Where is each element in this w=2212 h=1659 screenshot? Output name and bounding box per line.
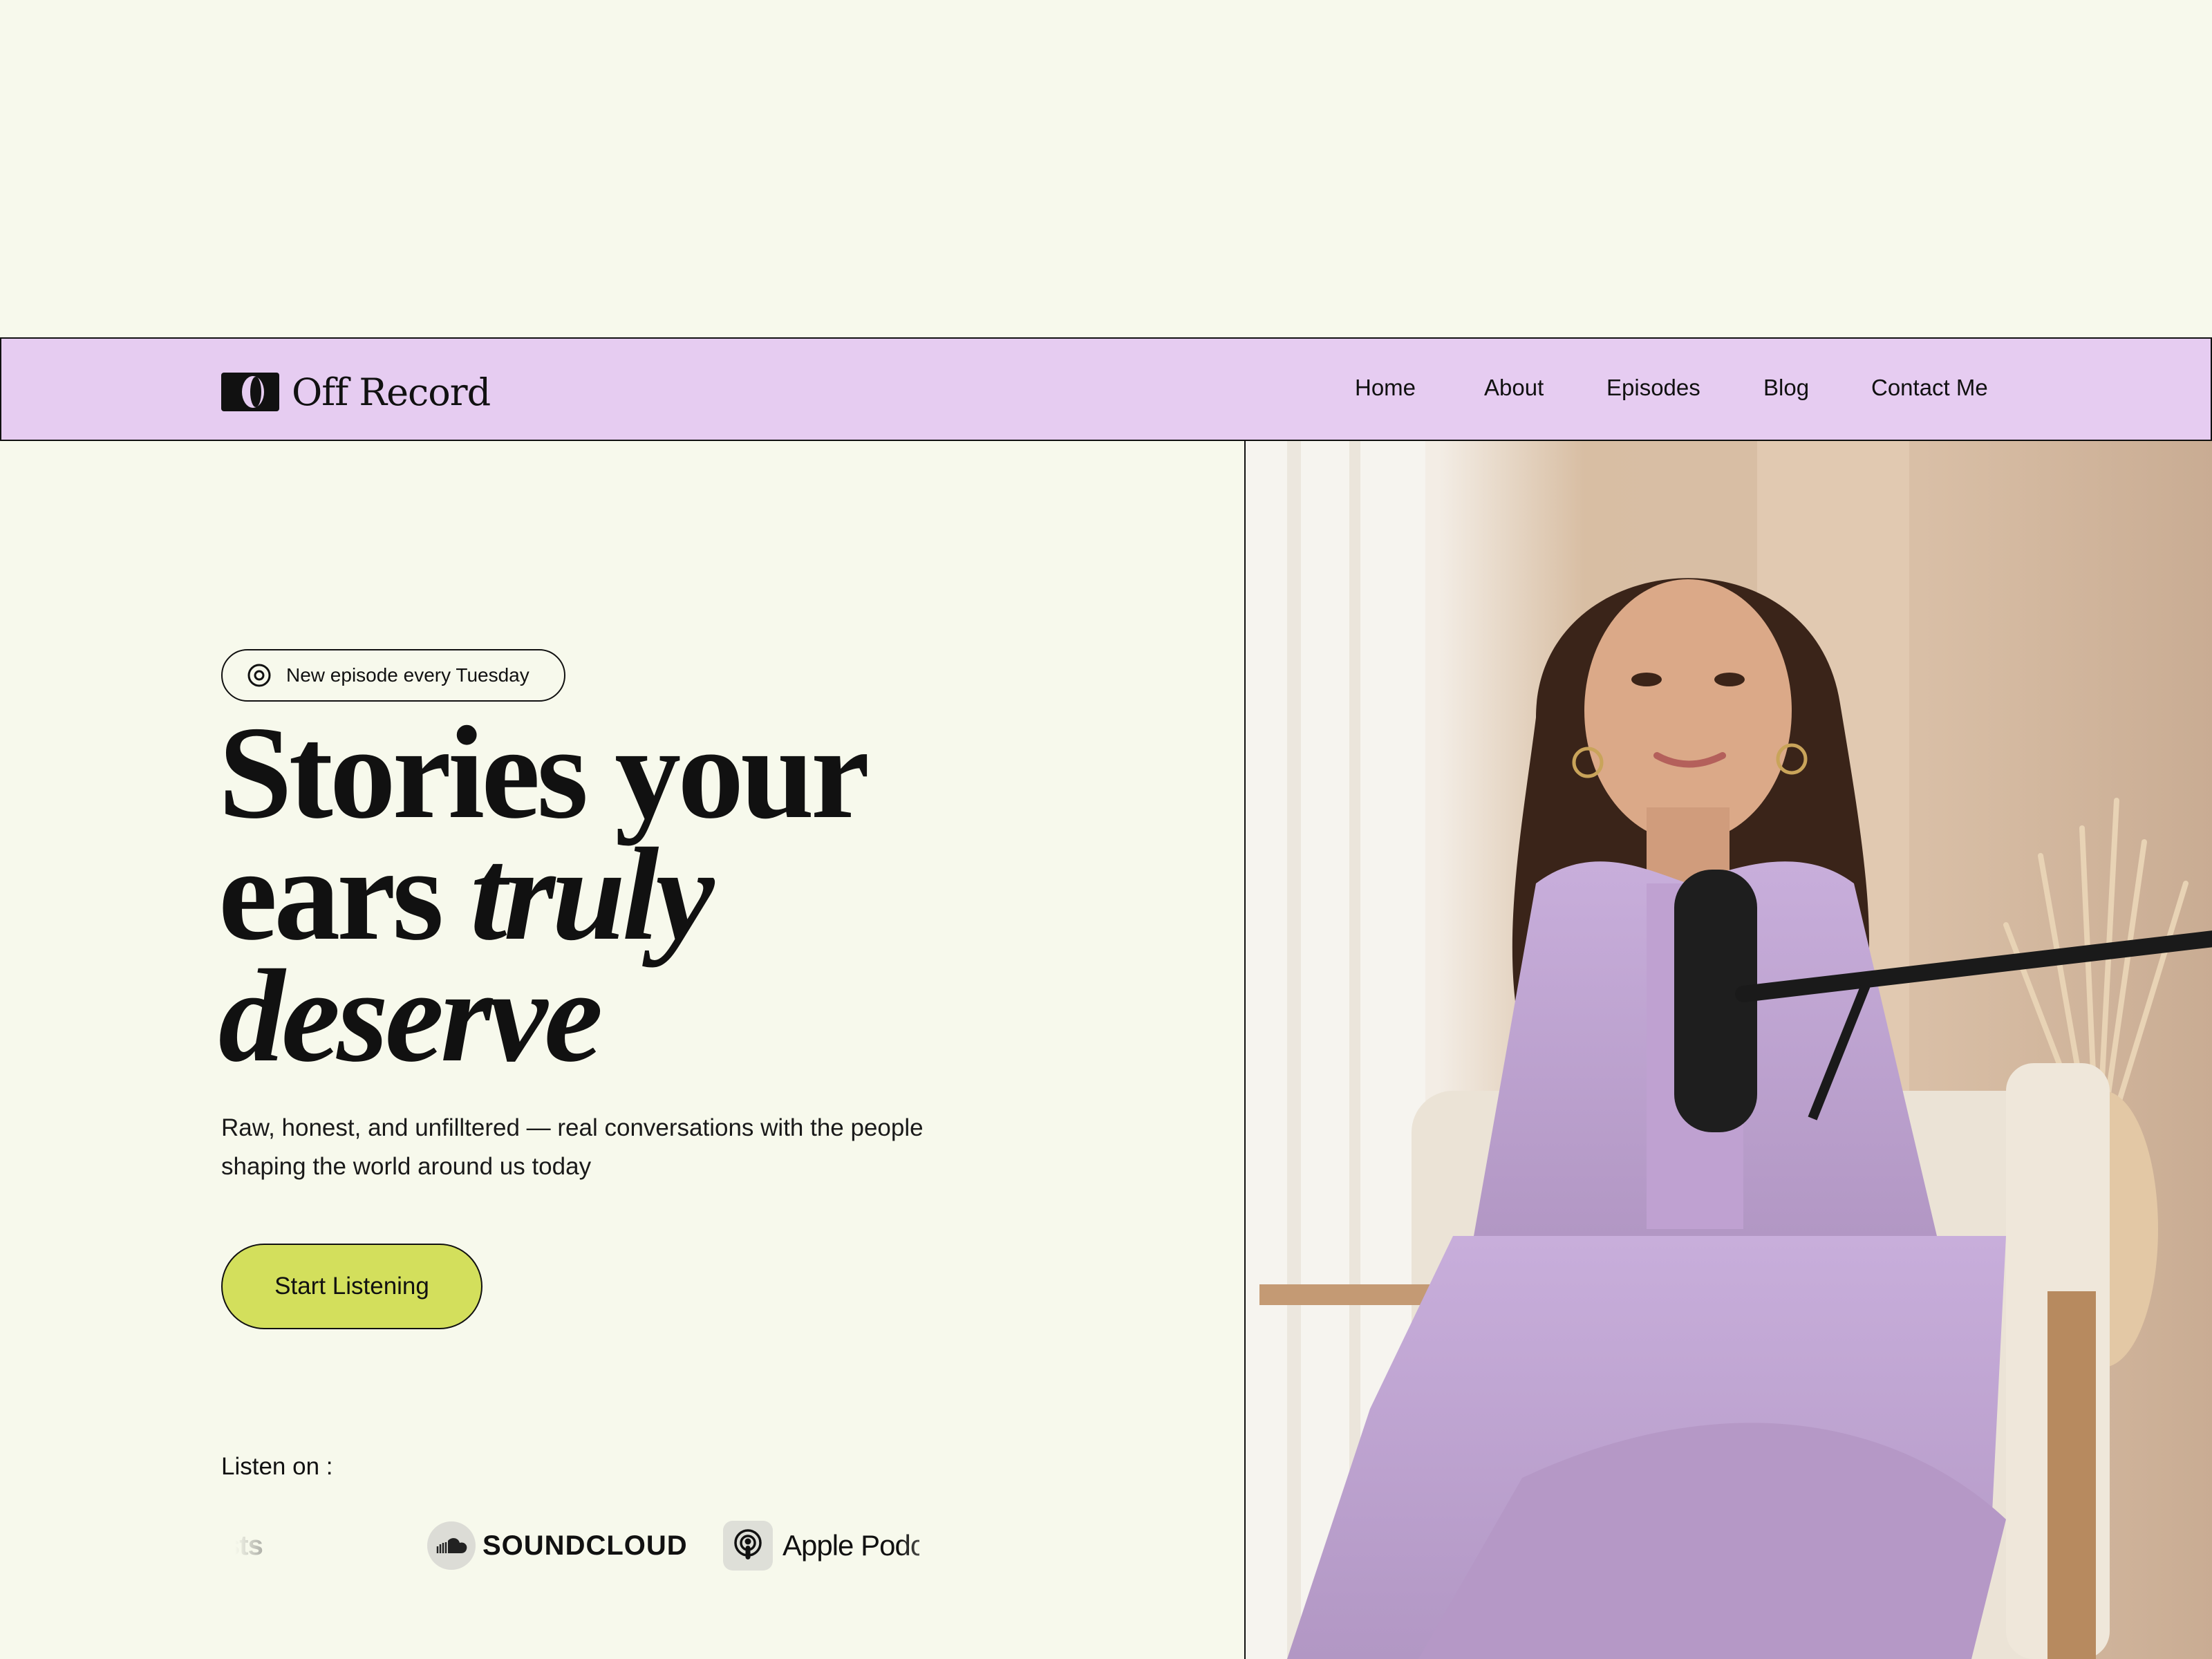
brand-name: Off Record	[292, 370, 491, 414]
nav-home[interactable]: Home	[1355, 375, 1416, 401]
new-episode-badge: New episode every Tuesday	[221, 649, 565, 702]
nav-blog[interactable]: Blog	[1763, 375, 1809, 401]
logo-mark-icon	[221, 373, 279, 411]
host-photo-illustration	[1246, 441, 2212, 1659]
nav-about[interactable]: About	[1484, 375, 1544, 401]
platform-logos: Podcasts SOUNDCLOUD Apple Podcasts	[235, 1514, 919, 1577]
navbar: Off Record Home About Episodes Blog Cont…	[0, 337, 2212, 441]
soundcloud-text: SOUNDCLOUD	[482, 1530, 688, 1561]
nav-episodes[interactable]: Episodes	[1606, 375, 1700, 401]
headline-line-3: deserve	[218, 950, 1117, 1082]
fade-overlay	[235, 1514, 297, 1577]
apple-podcasts-link[interactable]: Apple Podcasts	[723, 1514, 919, 1577]
host-photo	[1244, 441, 2212, 1659]
soundcloud-link[interactable]: SOUNDCLOUD	[427, 1514, 688, 1577]
hero-headline: Stories your ears truly deserve	[218, 699, 1117, 1082]
badge-text: New episode every Tuesday	[286, 664, 529, 686]
hero-subtitle: Raw, honest, and unfilltered — real conv…	[221, 1114, 924, 1180]
listen-on-label: Listen on :	[221, 1453, 333, 1480]
soundcloud-icon	[427, 1521, 476, 1570]
headline-line-1: Stories your	[218, 699, 870, 846]
headline-line-2: ears truly	[218, 828, 1117, 961]
google-podcasts-link[interactable]: Podcasts	[235, 1514, 373, 1577]
start-listening-button[interactable]: Start Listening	[221, 1244, 482, 1329]
target-icon	[247, 664, 271, 687]
apple-podcasts-icon	[723, 1521, 773, 1571]
headline-deserve: deserve	[218, 942, 603, 1089]
nav-contact[interactable]: Contact Me	[1871, 375, 1988, 401]
brand-logo[interactable]: Off Record	[221, 370, 491, 414]
fade-overlay	[898, 1514, 919, 1577]
